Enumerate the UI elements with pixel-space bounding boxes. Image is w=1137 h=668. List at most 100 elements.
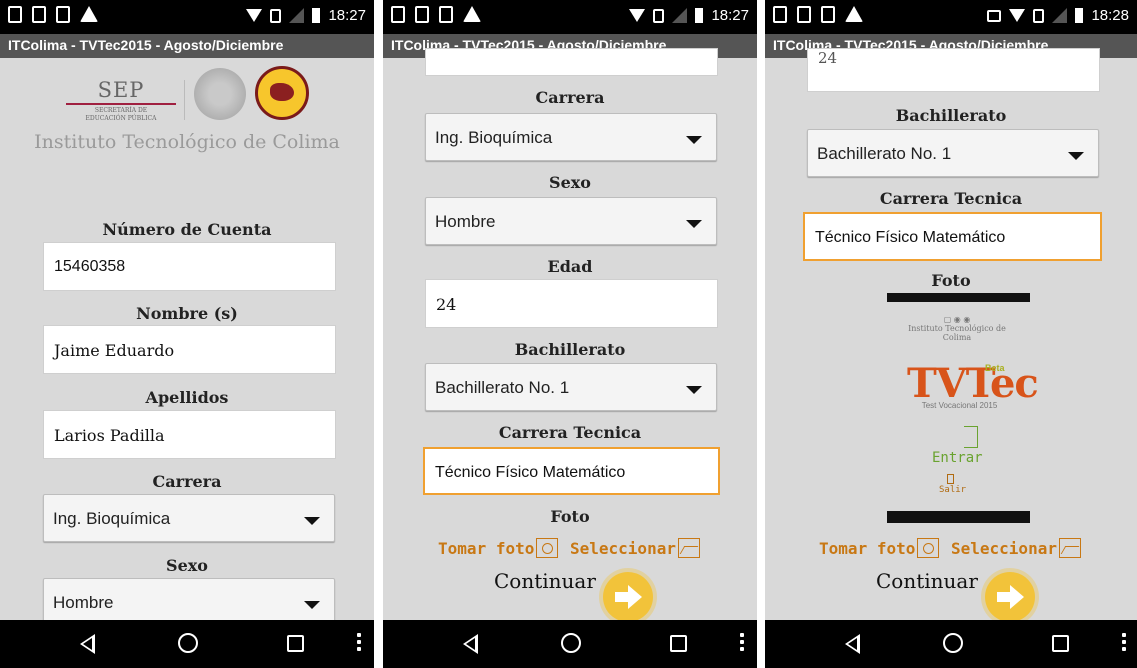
sexo-dropdown[interactable]: Hombre (425, 197, 717, 245)
clock: 18:28 (1091, 7, 1129, 24)
menu-icon[interactable] (357, 633, 361, 654)
clock: 18:27 (328, 7, 366, 24)
carrera-label: Carrera (535, 88, 605, 107)
cuenta-label: Número de Cuenta (102, 220, 272, 239)
recent-apps-icon[interactable] (670, 635, 687, 652)
carrera-tecnica-label: Carrera Tecnica (498, 423, 642, 442)
carrera-label: Carrera (152, 472, 222, 491)
sexo-value: Hombre (53, 593, 114, 612)
beta-tag: Beta (985, 363, 1005, 373)
dropdown-arrow-icon (686, 386, 702, 394)
dropdown-arrow-icon (1068, 152, 1084, 160)
notification-icon (391, 6, 405, 23)
cuenta-field[interactable]: 15460358 (43, 242, 336, 291)
bachillerato-value: Bachillerato No. 1 (435, 378, 570, 397)
back-icon[interactable] (845, 634, 860, 654)
nav-bar (0, 620, 374, 668)
sexo-dropdown[interactable]: Hombre (43, 578, 335, 626)
home-icon[interactable] (561, 633, 581, 653)
continuar-label: Continuar (494, 569, 596, 593)
back-icon[interactable] (80, 634, 95, 654)
carrera-value: Ing. Bioquímica (53, 509, 171, 528)
wifi-icon (629, 9, 646, 22)
gallery-icon[interactable] (1058, 538, 1081, 558)
edad-field-partial[interactable]: 24 (807, 48, 1100, 92)
bachillerato-label: Bachillerato (514, 340, 626, 359)
cuenta-field-partial[interactable] (425, 48, 718, 76)
signal-icon (1052, 8, 1068, 23)
vibrate-icon (987, 9, 1002, 22)
sim-icon (653, 8, 665, 23)
wifi-icon (1009, 9, 1026, 22)
notification-icon (56, 6, 70, 23)
home-icon[interactable] (178, 633, 198, 653)
continuar-label: Continuar (876, 569, 978, 593)
notification-icon (821, 6, 835, 23)
continuar-arrow-button[interactable] (603, 572, 653, 622)
battery-icon (1075, 8, 1084, 23)
bachillerato-dropdown[interactable]: Bachillerato No. 1 (807, 129, 1099, 177)
carrera-dropdown[interactable]: Ing. Bioquímica (425, 113, 717, 161)
menu-icon[interactable] (1122, 633, 1126, 654)
sim-icon (270, 8, 282, 23)
screen-2: 18:27 ITColima - TVTec2015 - Agosto/Dici… (383, 0, 757, 668)
gallery-icon[interactable] (677, 538, 700, 558)
warning-icon (845, 6, 863, 22)
nav-bar (383, 620, 757, 668)
carrera-tecnica-field[interactable]: Técnico Físico Matemático (423, 447, 720, 495)
signal-icon (289, 8, 305, 23)
dropdown-arrow-icon (686, 136, 702, 144)
carrera-dropdown[interactable]: Ing. Bioquímica (43, 494, 335, 542)
apellidos-field[interactable]: Larios Padilla (43, 410, 336, 459)
back-icon[interactable] (463, 634, 478, 654)
image-notification-icon (797, 6, 811, 23)
logo-divider (184, 80, 185, 120)
recent-apps-icon[interactable] (1052, 635, 1069, 652)
clock: 18:27 (711, 7, 749, 24)
continuar-arrow-button[interactable] (985, 572, 1035, 622)
warning-icon (463, 6, 481, 22)
camera-icon[interactable] (536, 538, 559, 558)
bachillerato-value: Bachillerato No. 1 (817, 144, 952, 163)
selected-photo-thumbnail: ▢ ◉ ◉ Instituto Tecnológico de Colima TVT… (887, 293, 1039, 533)
home-icon[interactable] (943, 633, 963, 653)
recent-apps-icon[interactable] (287, 635, 304, 652)
screen-1: 18:27 ITColima - TVTec2015 - Agosto/Dici… (0, 0, 374, 668)
enter-icon (964, 426, 978, 448)
entrar-text: Entrar (932, 450, 983, 466)
dropdown-arrow-icon (304, 517, 320, 525)
wifi-icon (246, 9, 263, 22)
tomar-foto-button[interactable]: Tomar foto (819, 539, 915, 558)
photo-actions: Tomar foto Seleccionar (765, 538, 1137, 558)
bachillerato-label: Bachillerato (895, 106, 1007, 125)
seleccionar-button[interactable]: Seleccionar (951, 539, 1057, 558)
foto-label: Foto (931, 271, 971, 290)
nombre-field[interactable]: Jaime Eduardo (43, 325, 336, 374)
sexo-label: Sexo (166, 556, 208, 575)
menu-icon[interactable] (740, 633, 744, 654)
nav-bar (765, 620, 1137, 668)
photo-actions: Tomar foto Seleccionar (383, 538, 757, 558)
itcolima-badge-logo (255, 66, 309, 120)
bachillerato-dropdown[interactable]: Bachillerato No. 1 (425, 363, 717, 411)
seleccionar-button[interactable]: Seleccionar (570, 539, 676, 558)
edad-field[interactable]: 24 (425, 279, 718, 328)
notification-icon (8, 6, 22, 23)
carrera-tecnica-field[interactable]: Técnico Físico Matemático (803, 212, 1102, 261)
battery-icon (312, 8, 321, 23)
tomar-foto-button[interactable]: Tomar foto (438, 539, 534, 558)
screen-3: 18:28 ITColima - TVTec2015 - Agosto/Dici… (765, 0, 1137, 668)
salir-text: Salir (939, 485, 967, 495)
camera-icon[interactable] (917, 538, 940, 558)
thumbnail-navbar (887, 511, 1030, 523)
carrera-value: Ing. Bioquímica (435, 128, 553, 147)
notification-icon (439, 6, 453, 23)
sexo-value: Hombre (435, 212, 496, 231)
warning-icon (80, 6, 98, 22)
status-bar: 18:27 (0, 0, 374, 34)
apellidos-label: Apellidos (145, 388, 229, 407)
exit-icon (947, 474, 954, 484)
dropdown-arrow-icon (304, 601, 320, 609)
image-notification-icon (32, 6, 46, 23)
carrera-tecnica-label: Carrera Tecnica (879, 189, 1023, 208)
